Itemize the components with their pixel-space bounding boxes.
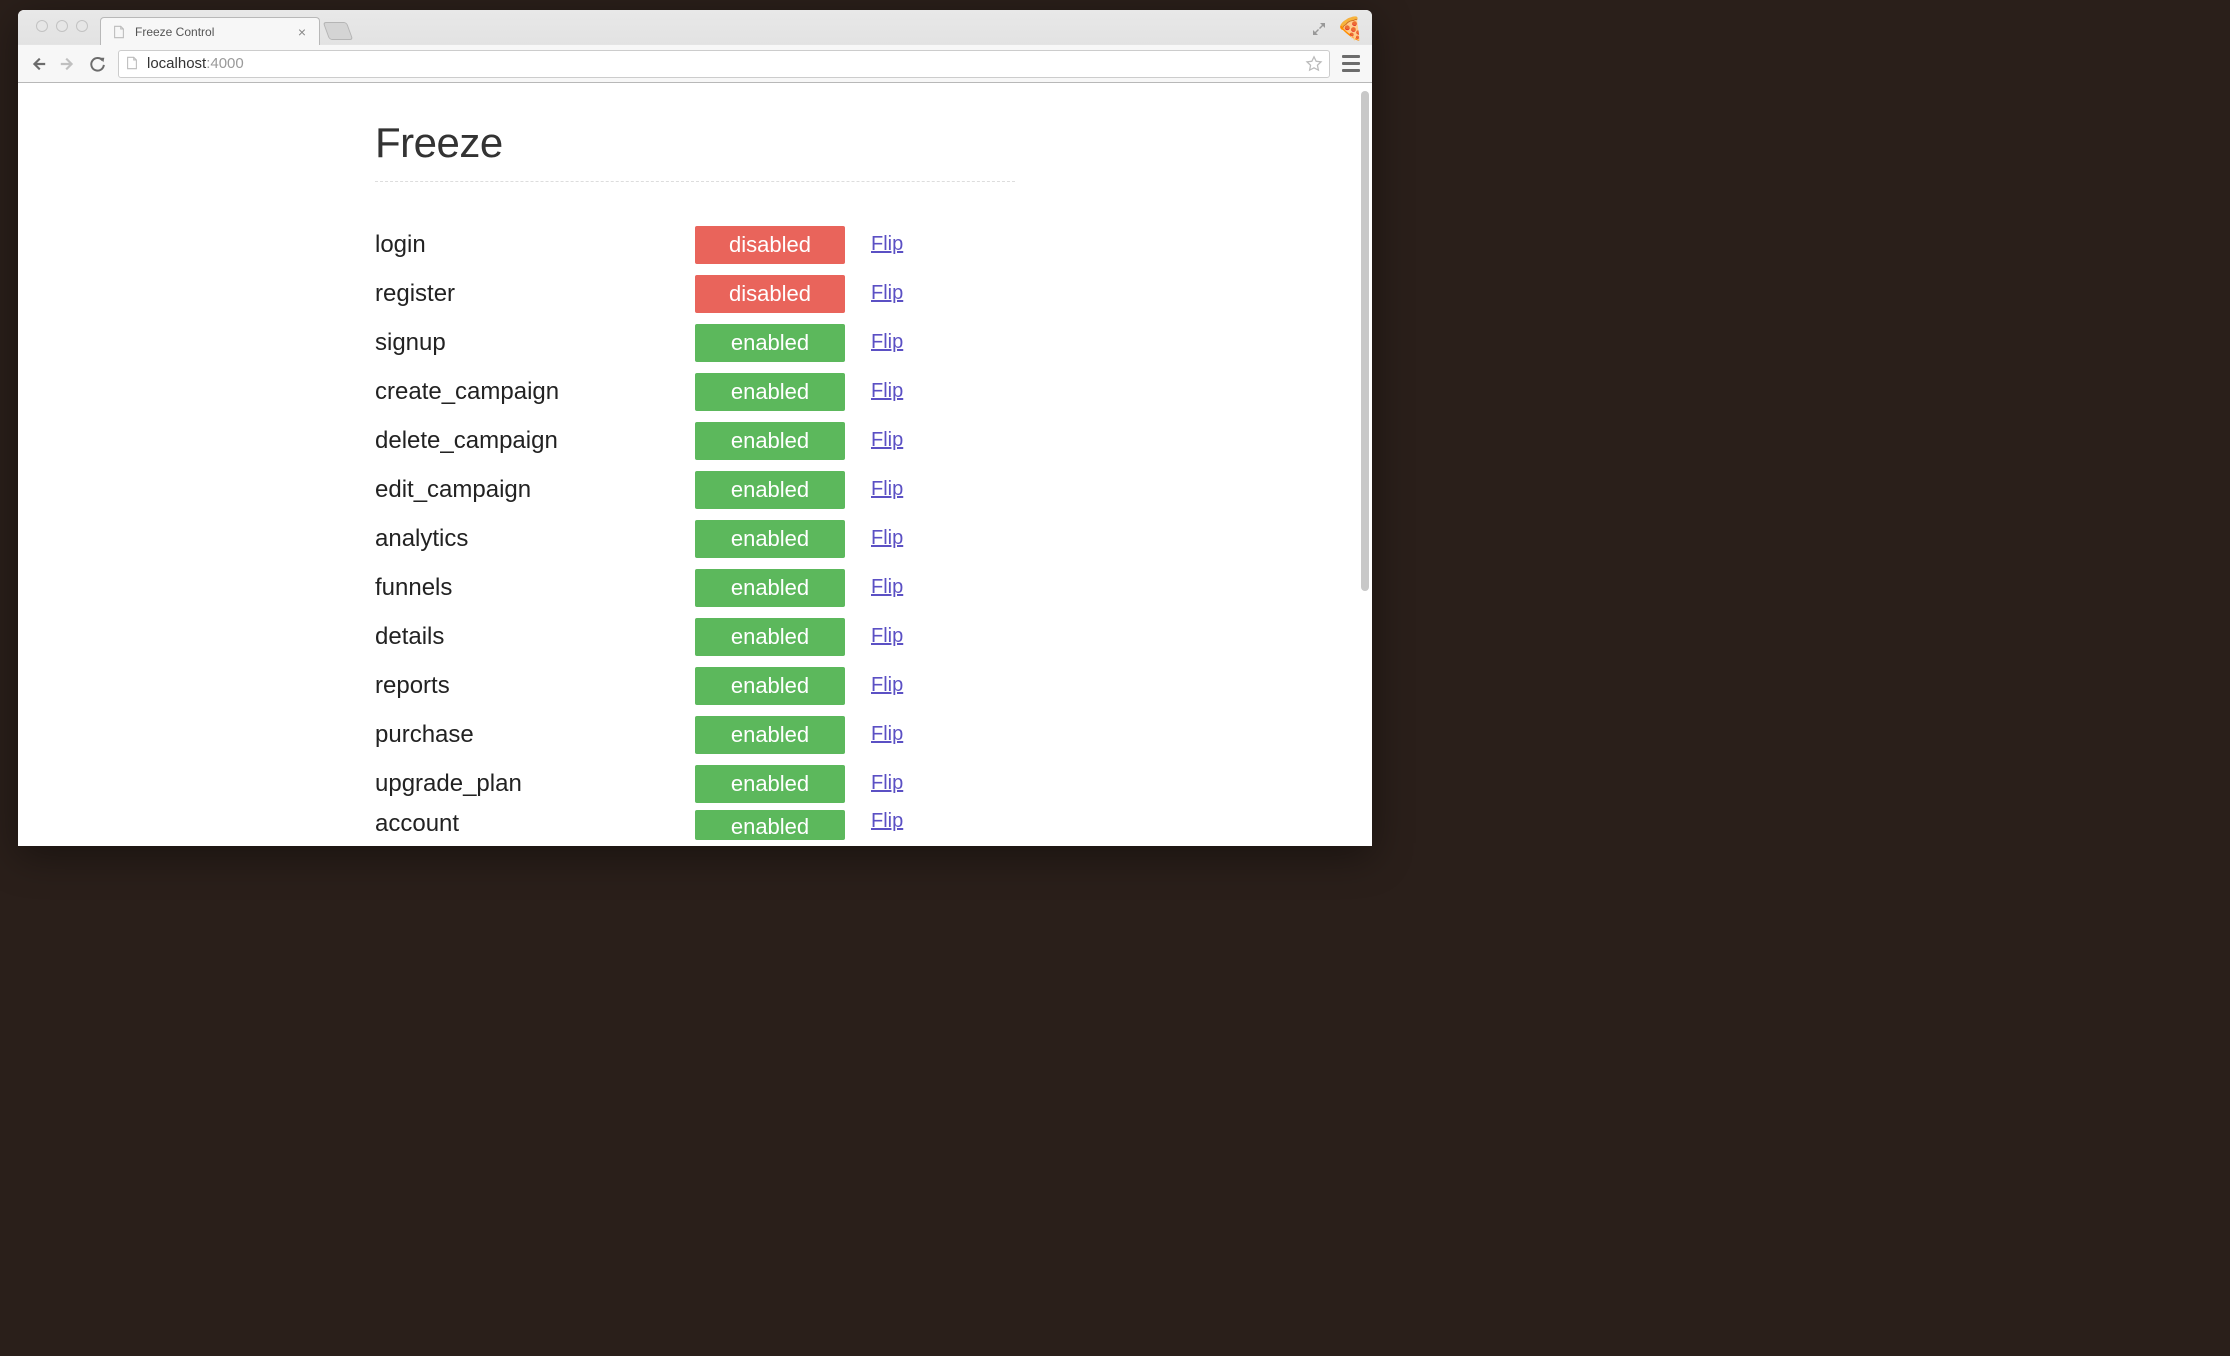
expand-icon[interactable] (1311, 21, 1327, 37)
status-badge: disabled (695, 275, 845, 313)
feature-list: logindisabledFlipregisterdisabledFlipsig… (375, 222, 1015, 840)
feature-name: create_campaign (375, 378, 695, 406)
flip-link[interactable]: Flip (871, 380, 903, 403)
forward-button[interactable] (58, 54, 78, 74)
pizza-icon[interactable]: 🍕 (1337, 16, 1364, 42)
url-port: :4000 (206, 55, 244, 72)
feature-name: signup (375, 329, 695, 357)
feature-name: edit_campaign (375, 476, 695, 504)
address-bar[interactable]: localhost:4000 (118, 50, 1330, 78)
page-viewport: Freeze logindisabledFlipregisterdisabled… (18, 83, 1372, 846)
feature-row: accountenabled Flip (375, 810, 1015, 840)
close-tab-icon[interactable]: × (295, 25, 309, 39)
feature-name: upgrade_plan (375, 770, 695, 798)
feature-row: edit_campaignenabled Flip (375, 467, 1015, 512)
close-window-button[interactable] (36, 20, 48, 32)
back-button[interactable] (28, 54, 48, 74)
feature-name: reports (375, 672, 695, 700)
window-controls: 🍕 (1311, 16, 1364, 42)
divider (375, 181, 1015, 182)
flip-link[interactable]: Flip (871, 282, 903, 305)
status-badge: disabled (695, 226, 845, 264)
flip-link[interactable]: Flip (871, 625, 903, 648)
status-badge: enabled (695, 667, 845, 705)
flip-link[interactable]: Flip (871, 233, 903, 256)
minimize-window-button[interactable] (56, 20, 68, 32)
url-host: localhost (147, 55, 206, 72)
status-badge: enabled (695, 373, 845, 411)
page-title: Freeze (375, 119, 1015, 167)
reload-button[interactable] (88, 54, 108, 74)
feature-name: register (375, 280, 695, 308)
feature-name: analytics (375, 525, 695, 553)
status-badge: enabled (695, 618, 845, 656)
browser-tab[interactable]: Freeze Control × (100, 17, 320, 45)
feature-name: delete_campaign (375, 427, 695, 455)
flip-link[interactable]: Flip (871, 478, 903, 501)
page-icon (125, 56, 141, 72)
feature-row: purchaseenabled Flip (375, 712, 1015, 757)
feature-row: funnelsenabled Flip (375, 565, 1015, 610)
page-content: Freeze logindisabledFlipregisterdisabled… (375, 83, 1015, 840)
flip-link[interactable]: Flip (871, 674, 903, 697)
feature-row: detailsenabled Flip (375, 614, 1015, 659)
status-badge: enabled (695, 471, 845, 509)
feature-row: analyticsenabled Flip (375, 516, 1015, 561)
window-traffic-lights (26, 10, 100, 32)
feature-name: purchase (375, 721, 695, 749)
browser-window: Freeze Control × 🍕 (18, 10, 1372, 846)
status-badge: enabled (695, 765, 845, 803)
feature-name: login (375, 231, 695, 259)
status-badge: enabled (695, 716, 845, 754)
feature-row: reportsenabled Flip (375, 663, 1015, 708)
feature-row: logindisabled Flip (375, 222, 1015, 267)
url-text: localhost:4000 (147, 55, 244, 72)
bookmark-star-icon[interactable] (1305, 55, 1323, 73)
tab-title: Freeze Control (135, 25, 287, 39)
status-badge: enabled (695, 520, 845, 558)
feature-row: registerdisabled Flip (375, 271, 1015, 316)
tab-strip: Freeze Control × 🍕 (18, 10, 1372, 44)
new-tab-button[interactable] (323, 22, 354, 40)
status-badge: enabled (695, 569, 845, 607)
flip-link[interactable]: Flip (871, 576, 903, 599)
feature-row: upgrade_planenabled Flip (375, 761, 1015, 806)
menu-button[interactable] (1340, 53, 1362, 75)
feature-name: account (375, 810, 695, 838)
flip-link[interactable]: Flip (871, 772, 903, 795)
feature-name: details (375, 623, 695, 651)
page-icon (111, 24, 127, 40)
maximize-window-button[interactable] (76, 20, 88, 32)
status-badge: enabled (695, 422, 845, 460)
feature-row: delete_campaignenabled Flip (375, 418, 1015, 463)
flip-link[interactable]: Flip (871, 527, 903, 550)
status-badge: enabled (695, 810, 845, 840)
browser-chrome: Freeze Control × 🍕 (18, 10, 1372, 83)
feature-name: funnels (375, 574, 695, 602)
flip-link[interactable]: Flip (871, 429, 903, 452)
flip-link[interactable]: Flip (871, 723, 903, 746)
feature-row: create_campaignenabled Flip (375, 369, 1015, 414)
browser-toolbar: localhost:4000 (18, 44, 1372, 82)
feature-row: signupenabled Flip (375, 320, 1015, 365)
scrollbar[interactable] (1361, 91, 1369, 591)
status-badge: enabled (695, 324, 845, 362)
flip-link[interactable]: Flip (871, 810, 903, 833)
flip-link[interactable]: Flip (871, 331, 903, 354)
